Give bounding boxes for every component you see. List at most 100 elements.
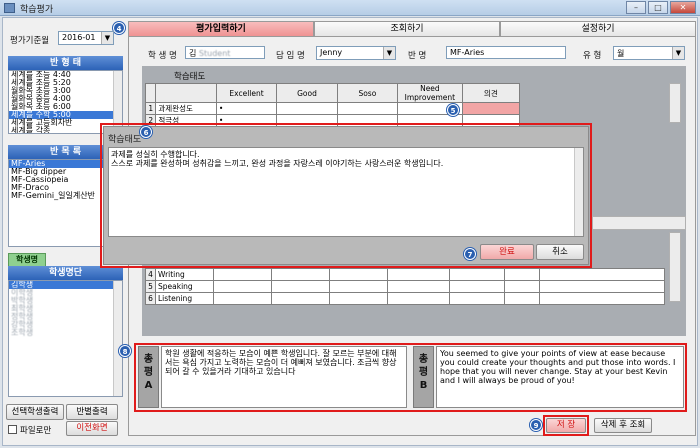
row-number: 5 bbox=[145, 280, 156, 293]
grid-cell-soso[interactable] bbox=[336, 102, 399, 115]
student-list[interactable]: 김학생 이학생 박학생 최학생 정학생 강학생 조학생 bbox=[8, 280, 123, 397]
grid-cell[interactable] bbox=[504, 280, 540, 293]
grid-scrollbar[interactable] bbox=[669, 83, 681, 123]
save-button[interactable]: 저 장 bbox=[546, 418, 586, 433]
tab-input[interactable]: 평가입력하기 bbox=[128, 21, 314, 37]
row-number: 1 bbox=[144, 102, 157, 115]
grid2-scrollbar[interactable] bbox=[669, 232, 681, 302]
grid-cell[interactable] bbox=[387, 268, 450, 281]
tab-settings[interactable]: 설정하기 bbox=[500, 21, 696, 37]
grid-cell[interactable] bbox=[213, 268, 272, 281]
dialog-textarea[interactable]: 과제를 성실히 수행합니다. 스스로 과제를 완성하며 성취감을 느끼고, 완성… bbox=[108, 147, 584, 237]
grid-cell[interactable] bbox=[329, 280, 388, 293]
grid-cell[interactable] bbox=[449, 268, 505, 281]
prev-screen-button[interactable]: 이전화면 bbox=[66, 421, 118, 436]
row-label: Writing bbox=[155, 268, 214, 281]
grid-cell[interactable] bbox=[449, 280, 505, 293]
grid-cell[interactable] bbox=[271, 292, 330, 305]
grid-header-need-improvement: Need Improvement bbox=[397, 83, 463, 103]
period-select[interactable]: 2016-01 ▼ bbox=[58, 31, 114, 45]
row-label: Listening bbox=[155, 292, 214, 305]
table-row[interactable]: 5 Speaking bbox=[145, 280, 665, 293]
grid-cell[interactable] bbox=[271, 280, 330, 293]
comment-a-label-1: 총 bbox=[143, 354, 154, 365]
app-icon bbox=[4, 3, 15, 13]
grid-cell-good[interactable] bbox=[276, 102, 338, 115]
comment-b-label-1: 총 bbox=[418, 354, 429, 365]
grid-cell[interactable] bbox=[539, 268, 665, 281]
period-label: 평가기준월 bbox=[10, 36, 50, 46]
table-row[interactable]: 4 Writing bbox=[145, 268, 665, 281]
table-row[interactable]: 1 과제완성도 • bbox=[144, 102, 521, 115]
tab-view[interactable]: 조회하기 bbox=[314, 21, 500, 37]
grid-cell-excellent[interactable]: • bbox=[215, 102, 278, 115]
type-select[interactable]: 월 ▼ bbox=[613, 46, 685, 60]
student-tab[interactable]: 학생명 bbox=[8, 253, 46, 267]
comment-b-label-3: B bbox=[419, 380, 428, 391]
file-only-checkbox[interactable] bbox=[8, 425, 17, 434]
step-badge-6: 6 bbox=[140, 126, 152, 138]
type-value: 월 bbox=[617, 49, 625, 58]
grid-cell[interactable] bbox=[213, 280, 272, 293]
grid-header-opinion: 의견 bbox=[461, 83, 521, 103]
row-number: 4 bbox=[145, 268, 156, 281]
table-row[interactable]: 6 Listening bbox=[145, 292, 665, 305]
comment-a-label-2: 평 bbox=[143, 367, 154, 378]
grid-cell[interactable] bbox=[539, 280, 665, 293]
grid-cell[interactable] bbox=[387, 280, 450, 293]
print-selected-button[interactable]: 선택학생출력 bbox=[6, 404, 64, 420]
comment-b-label-2: 평 bbox=[418, 367, 429, 378]
step-badge-4: 4 bbox=[113, 22, 125, 34]
class-field[interactable]: MF-Aries bbox=[446, 46, 566, 59]
grid-cell[interactable] bbox=[329, 268, 388, 281]
comment-a-label-3: A bbox=[144, 380, 153, 391]
step-badge-5: 5 bbox=[447, 104, 459, 116]
row-number: 6 bbox=[145, 292, 156, 305]
maximize-button[interactable]: □ bbox=[648, 1, 668, 14]
teacher-select[interactable]: Jenny ▼ bbox=[316, 46, 396, 60]
grid-cell[interactable] bbox=[504, 292, 540, 305]
print-class-button[interactable]: 반별출력 bbox=[66, 404, 118, 420]
grid-cell[interactable] bbox=[213, 292, 272, 305]
dialog-cancel-button[interactable]: 취소 bbox=[536, 244, 584, 260]
window-title: 학습평가 bbox=[20, 5, 54, 15]
dialog-title: 학습태도 bbox=[108, 135, 142, 145]
step-badge-7: 7 bbox=[464, 248, 476, 260]
grid-header-item bbox=[155, 83, 217, 103]
comment-b-label: 총 평 B bbox=[413, 346, 434, 408]
grid-cell[interactable] bbox=[539, 292, 665, 305]
grid-cell[interactable] bbox=[504, 268, 540, 281]
student-scrollbar[interactable] bbox=[113, 281, 122, 396]
grid-cell[interactable] bbox=[387, 292, 450, 305]
minimize-button[interactable]: – bbox=[626, 1, 646, 14]
grid-cell-opinion[interactable] bbox=[461, 102, 521, 115]
grid-caption: 학습태도 bbox=[174, 72, 206, 82]
class-type-header: 반 형 태 bbox=[8, 56, 123, 70]
grid-header-good: Good bbox=[276, 83, 338, 103]
save-label: 저 장 bbox=[556, 420, 576, 430]
grid-cell[interactable] bbox=[271, 268, 330, 281]
teacher-value: Jenny bbox=[320, 48, 343, 57]
grid2-header-strip bbox=[592, 216, 686, 230]
grid-cell[interactable] bbox=[329, 292, 388, 305]
class-value: MF-Aries bbox=[450, 48, 485, 57]
row-label: 과제완성도 bbox=[155, 102, 217, 115]
step-badge-8: 8 bbox=[119, 345, 131, 357]
student-name-field[interactable]: 김 Student bbox=[185, 46, 265, 59]
window-titlebar: 학습평가 – □ ✕ bbox=[0, 0, 700, 16]
opinion-dialog: 학습태도 과제를 성실히 수행합니다. 스스로 과제를 완성하며 성취감을 느끼… bbox=[103, 126, 589, 265]
comment-b-textarea[interactable]: You seemed to give your points of view a… bbox=[436, 346, 684, 408]
row-label: Speaking bbox=[155, 280, 214, 293]
comment-a-textarea[interactable]: 학원 생활에 적응하는 모습이 예쁜 학생입니다. 잘 모르는 부분에 대해서는… bbox=[161, 346, 407, 408]
delete-refresh-button[interactable]: 삭제 후 조회 bbox=[594, 418, 652, 433]
dialog-ok-button[interactable]: 완료 bbox=[480, 244, 534, 260]
opinion-dialog-frame: 학습태도 과제를 성실히 수행합니다. 스스로 과제를 완성하며 성취감을 느끼… bbox=[100, 123, 592, 268]
chevron-down-icon: ▼ bbox=[101, 32, 113, 44]
grid-header-soso: Soso bbox=[336, 83, 399, 103]
file-only-label: 파일로만 bbox=[20, 426, 52, 436]
list-item-student[interactable]: 조학생 bbox=[9, 329, 122, 337]
dialog-scrollbar[interactable] bbox=[574, 148, 583, 236]
student-list-header: 학생명단 bbox=[8, 266, 123, 280]
grid-cell[interactable] bbox=[449, 292, 505, 305]
close-button[interactable]: ✕ bbox=[670, 1, 696, 14]
